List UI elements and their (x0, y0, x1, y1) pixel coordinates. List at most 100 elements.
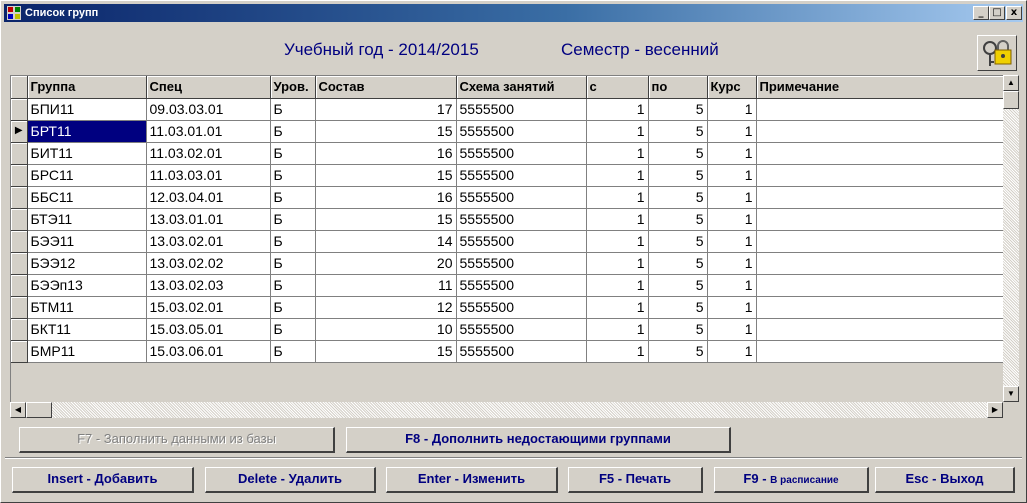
cell-spec[interactable]: 13.03.02.03 (146, 274, 271, 297)
close-button[interactable]: x (1006, 6, 1022, 20)
cell-size[interactable]: 15 (315, 120, 457, 143)
cell-course[interactable]: 1 (707, 340, 757, 363)
cell-course[interactable]: 1 (707, 230, 757, 253)
cell-schedule[interactable]: 5555500 (456, 120, 587, 143)
cell-course[interactable]: 1 (707, 164, 757, 187)
cell-to[interactable]: 5 (648, 98, 708, 121)
cell-group[interactable]: БТМ11 (27, 296, 147, 319)
row-indicator[interactable] (11, 318, 28, 341)
cell-level[interactable]: Б (270, 318, 316, 341)
cell-spec[interactable]: 11.03.02.01 (146, 142, 271, 165)
cell-to[interactable]: 5 (648, 164, 708, 187)
column-header-spec[interactable]: Спец (146, 76, 271, 99)
cell-schedule[interactable]: 5555500 (456, 274, 587, 297)
edit-button[interactable]: Enter - Изменить (386, 467, 558, 493)
cell-size[interactable]: 15 (315, 164, 457, 187)
row-indicator[interactable] (11, 340, 28, 363)
cell-course[interactable]: 1 (707, 274, 757, 297)
cell-schedule[interactable]: 5555500 (456, 340, 587, 363)
minimize-button[interactable]: _ (973, 6, 989, 20)
cell-spec[interactable]: 11.03.03.01 (146, 164, 271, 187)
vertical-scroll-thumb[interactable] (1003, 91, 1019, 109)
cell-spec[interactable]: 12.03.04.01 (146, 186, 271, 209)
cell-course[interactable]: 1 (707, 318, 757, 341)
cell-level[interactable]: Б (270, 296, 316, 319)
cell-course[interactable]: 1 (707, 208, 757, 231)
cell-schedule[interactable]: 5555500 (456, 208, 587, 231)
cell-schedule[interactable]: 5555500 (456, 296, 587, 319)
row-indicator[interactable] (11, 186, 28, 209)
cell-from[interactable]: 1 (586, 142, 649, 165)
cell-level[interactable]: Б (270, 208, 316, 231)
cell-size[interactable]: 16 (315, 142, 457, 165)
fill-from-database-button[interactable]: F7 - Заполнить данными из базы (19, 427, 335, 453)
cell-to[interactable]: 5 (648, 296, 708, 319)
cell-level[interactable]: Б (270, 252, 316, 275)
scroll-down-icon[interactable]: ▼ (1003, 386, 1019, 402)
cell-course[interactable]: 1 (707, 142, 757, 165)
cell-from[interactable]: 1 (586, 252, 649, 275)
table-row[interactable]: БПИ11 09.03.03.01 Б 17 5555500 1 5 1 (11, 98, 1012, 121)
table-row[interactable]: ▶ БРТ11 11.03.01.01 Б 15 5555500 1 5 1 (11, 120, 1012, 143)
cell-size[interactable]: 15 (315, 208, 457, 231)
cell-from[interactable]: 1 (586, 186, 649, 209)
column-header-to[interactable]: по (648, 76, 708, 99)
table-row[interactable]: ББС11 12.03.04.01 Б 16 5555500 1 5 1 (11, 186, 1012, 209)
column-header-course[interactable]: Курс (707, 76, 757, 99)
cell-to[interactable]: 5 (648, 208, 708, 231)
cell-note[interactable] (756, 252, 1012, 275)
cell-course[interactable]: 1 (707, 186, 757, 209)
cell-to[interactable]: 5 (648, 142, 708, 165)
cell-level[interactable]: Б (270, 120, 316, 143)
cell-note[interactable] (756, 186, 1012, 209)
groups-grid[interactable]: Группа Спец Уров. Состав Схема занятий с… (10, 75, 1019, 417)
current-row-indicator-icon[interactable]: ▶ (11, 120, 28, 143)
cell-level[interactable]: Б (270, 340, 316, 363)
cell-level[interactable]: Б (270, 186, 316, 209)
cell-to[interactable]: 5 (648, 230, 708, 253)
cell-level[interactable]: Б (270, 230, 316, 253)
table-row[interactable]: БЭЭп13 13.03.02.03 Б 11 5555500 1 5 1 (11, 274, 1012, 297)
cell-from[interactable]: 1 (586, 164, 649, 187)
cell-note[interactable] (756, 230, 1012, 253)
cell-note[interactable] (756, 164, 1012, 187)
cell-size[interactable]: 17 (315, 98, 457, 121)
cell-note[interactable] (756, 120, 1012, 143)
cell-group[interactable]: БПИ11 (27, 98, 147, 121)
cell-note[interactable] (756, 274, 1012, 297)
cell-course[interactable]: 1 (707, 98, 757, 121)
cell-spec[interactable]: 11.03.01.01 (146, 120, 271, 143)
cell-course[interactable]: 1 (707, 296, 757, 319)
exit-button[interactable]: Esc - Выход (875, 467, 1015, 493)
cell-note[interactable] (756, 340, 1012, 363)
cell-note[interactable] (756, 98, 1012, 121)
title-bar[interactable]: Список групп _ □ x (4, 4, 1023, 22)
cell-size[interactable]: 11 (315, 274, 457, 297)
cell-level[interactable]: Б (270, 98, 316, 121)
row-indicator[interactable] (11, 208, 28, 231)
cell-group[interactable]: БРС11 (27, 164, 147, 187)
table-row[interactable]: БЭЭ12 13.03.02.02 Б 20 5555500 1 5 1 (11, 252, 1012, 275)
table-row[interactable]: БКТ11 15.03.05.01 Б 10 5555500 1 5 1 (11, 318, 1012, 341)
table-row[interactable]: БТМ11 15.03.02.01 Б 12 5555500 1 5 1 (11, 296, 1012, 319)
row-indicator[interactable] (11, 296, 28, 319)
cell-spec[interactable]: 15.03.06.01 (146, 340, 271, 363)
scroll-left-icon[interactable]: ◀ (10, 402, 26, 418)
table-row[interactable]: БЭЭ11 13.03.02.01 Б 14 5555500 1 5 1 (11, 230, 1012, 253)
cell-to[interactable]: 5 (648, 252, 708, 275)
add-missing-groups-button[interactable]: F8 - Дополнить недостающими группами (346, 427, 731, 453)
cell-spec[interactable]: 09.03.03.01 (146, 98, 271, 121)
cell-note[interactable] (756, 318, 1012, 341)
cell-size[interactable]: 12 (315, 296, 457, 319)
print-button[interactable]: F5 - Печать (568, 467, 703, 493)
cell-from[interactable]: 1 (586, 120, 649, 143)
scroll-right-icon[interactable]: ▶ (987, 402, 1003, 418)
row-indicator[interactable] (11, 230, 28, 253)
cell-schedule[interactable]: 5555500 (456, 164, 587, 187)
cell-spec[interactable]: 15.03.02.01 (146, 296, 271, 319)
horizontal-scroll-thumb[interactable] (26, 402, 52, 418)
cell-size[interactable]: 15 (315, 340, 457, 363)
column-header-level[interactable]: Уров. (270, 76, 316, 99)
cell-note[interactable] (756, 142, 1012, 165)
cell-level[interactable]: Б (270, 274, 316, 297)
